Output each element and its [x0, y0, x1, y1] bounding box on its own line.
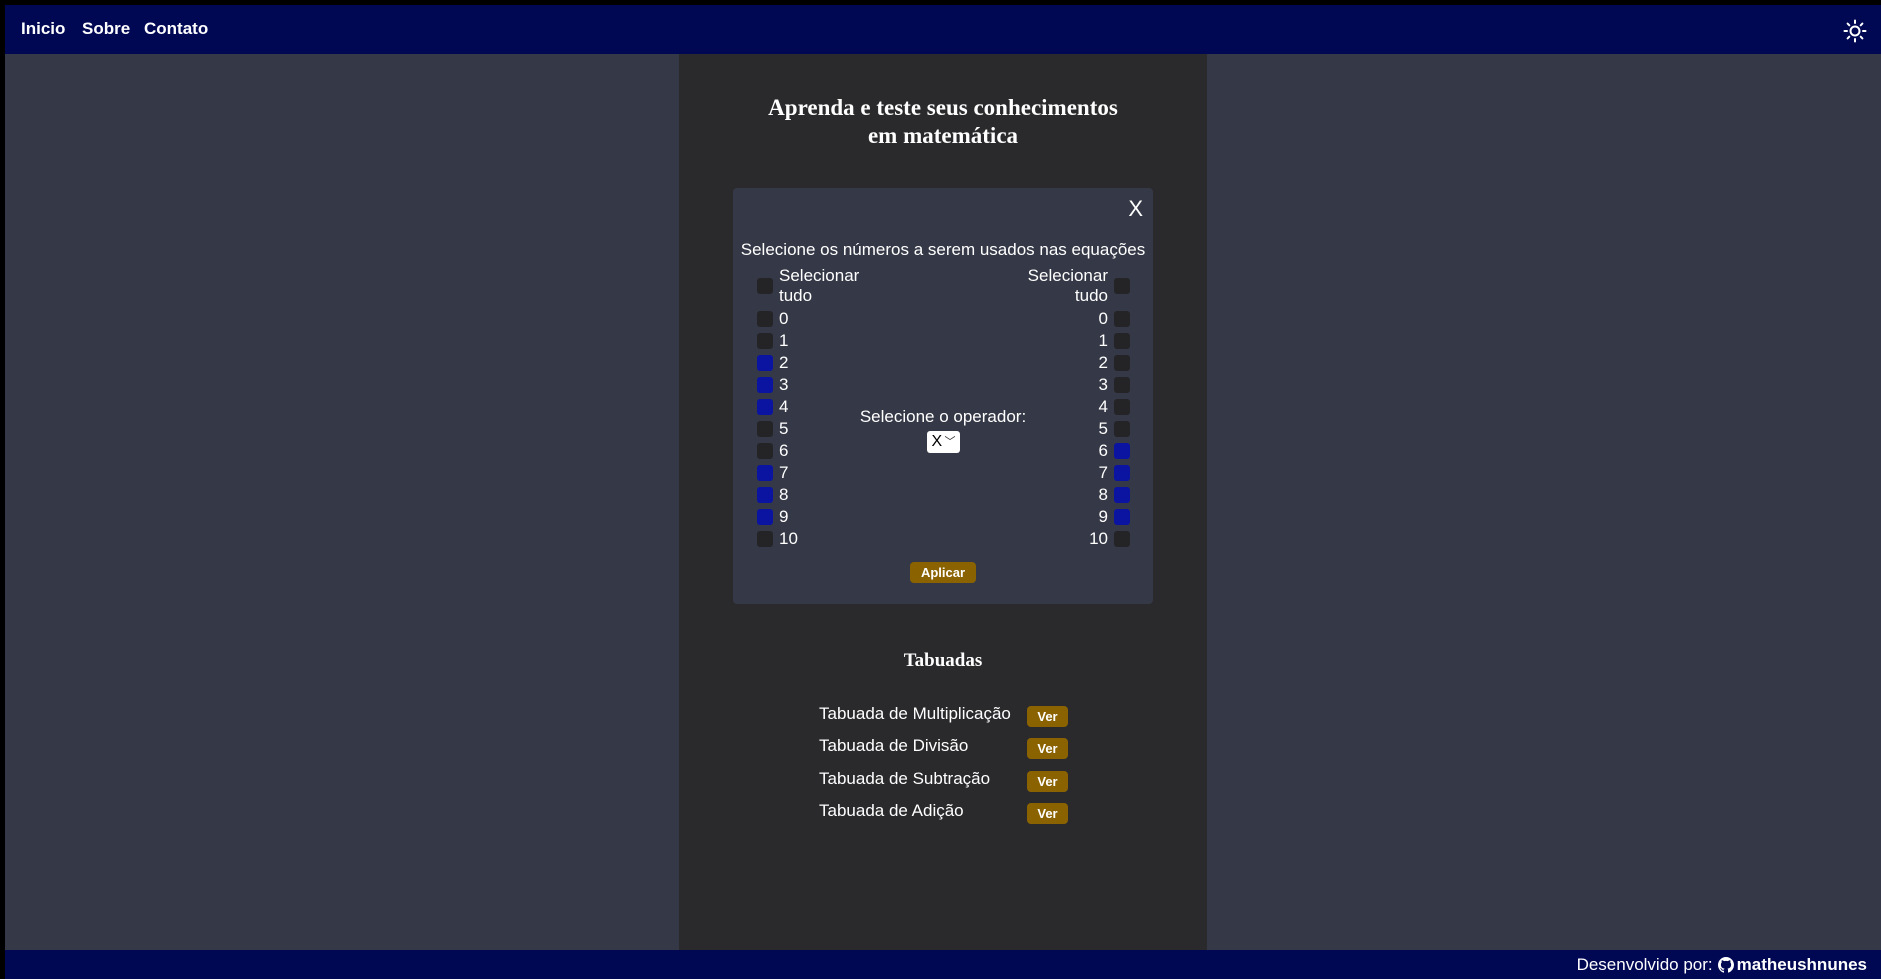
select-all-right-label: Selecionar tudo	[1027, 266, 1108, 305]
tabuadas-title: Tabuadas	[903, 650, 983, 671]
footer-text: Desenvolvido por:	[1576, 955, 1713, 974]
apply-button[interactable]: Aplicar	[910, 562, 976, 583]
right-number-row[interactable]: 1	[990, 330, 1130, 352]
tabuada-ver-button[interactable]: Ver	[1027, 803, 1068, 824]
chevron-down-icon: ﹀	[944, 436, 956, 448]
right-number-label: 3	[1098, 375, 1108, 394]
right-number-checkbox[interactable]	[1114, 355, 1130, 371]
author-link[interactable]: matheushnunes	[1737, 955, 1867, 975]
page-title-line2: em matemática	[867, 123, 1019, 148]
left-number-checkbox[interactable]	[757, 377, 773, 393]
sun-icon[interactable]	[1843, 19, 1867, 43]
left-number-row[interactable]: 7	[757, 462, 897, 484]
right-number-checkbox[interactable]	[1114, 465, 1130, 481]
left-number-label: 3	[779, 375, 789, 394]
select-all-left-checkbox[interactable]	[757, 278, 773, 294]
modal-instruction: Selecione os números a serem usados nas …	[740, 240, 1146, 259]
right-number-label: 8	[1098, 485, 1108, 504]
left-number-row[interactable]: 8	[757, 484, 897, 506]
right-number-checkbox[interactable]	[1114, 377, 1130, 393]
right-number-row[interactable]: 9	[990, 506, 1130, 528]
left-number-label: 1	[779, 331, 789, 350]
left-number-label: 10	[779, 529, 798, 548]
left-number-checkbox[interactable]	[757, 333, 773, 349]
left-number-row[interactable]: 2	[757, 352, 897, 374]
select-all-right[interactable]: Selecionar tudo	[990, 266, 1130, 305]
main-content: Aprenda e teste seus conhecimentos em ma…	[679, 54, 1207, 950]
select-all-left-label: Selecionar tudo	[779, 266, 860, 305]
footer-credit: Desenvolvido por: matheushnunes	[1577, 955, 1867, 975]
right-number-checkbox[interactable]	[1114, 531, 1130, 547]
page-title: Aprenda e teste seus conhecimentos em ma…	[679, 94, 1207, 150]
left-number-label: 7	[779, 463, 789, 482]
tabuada-ver-button[interactable]: Ver	[1027, 738, 1068, 759]
left-number-label: 2	[779, 353, 789, 372]
right-number-label: 0	[1098, 309, 1108, 328]
right-number-row[interactable]: 7	[990, 462, 1130, 484]
right-number-row[interactable]: 2	[990, 352, 1130, 374]
operator-select[interactable]: X ﹀	[926, 431, 960, 453]
operator-label: Selecione o operador:	[859, 407, 1027, 426]
select-all-right-checkbox[interactable]	[1114, 278, 1130, 294]
left-number-label: 0	[779, 309, 789, 328]
tabuada-ver-button[interactable]: Ver	[1027, 706, 1068, 727]
tabuada-label: Tabuada de Subtração	[819, 769, 991, 788]
nav-link-sobre[interactable]: Sobre	[82, 19, 130, 39]
right-number-checkbox[interactable]	[1114, 487, 1130, 503]
right-number-label: 10	[1089, 529, 1108, 548]
page-title-line1: Aprenda e teste seus conhecimentos	[768, 95, 1118, 120]
left-number-row[interactable]: 10	[757, 528, 897, 550]
nav-link-inicio[interactable]: Inicio	[21, 19, 65, 39]
tabuada-ver-button[interactable]: Ver	[1027, 771, 1068, 792]
operator-selector: Selecione o operador: X ﹀	[733, 407, 1153, 453]
left-number-checkbox[interactable]	[757, 509, 773, 525]
right-number-label: 1	[1098, 331, 1108, 350]
github-icon	[1717, 957, 1734, 973]
right-number-checkbox[interactable]	[1114, 333, 1130, 349]
left-number-row[interactable]: 0	[757, 308, 897, 330]
right-number-label: 9	[1098, 507, 1108, 526]
tabuada-label: Tabuada de Adição	[819, 801, 964, 820]
left-number-row[interactable]: 9	[757, 506, 897, 528]
right-number-label: 7	[1098, 463, 1108, 482]
number-selection-modal: X Selecione os números a serem usados na…	[733, 188, 1153, 604]
left-number-checkbox[interactable]	[757, 355, 773, 371]
left-number-checkbox[interactable]	[757, 311, 773, 327]
right-number-checkbox[interactable]	[1114, 509, 1130, 525]
right-number-row[interactable]: 0	[990, 308, 1130, 330]
right-number-row[interactable]: 3	[990, 374, 1130, 396]
close-button[interactable]: X	[1128, 196, 1143, 222]
left-number-row[interactable]: 1	[757, 330, 897, 352]
footer: Desenvolvido por: matheushnunes	[5, 950, 1881, 979]
navbar: Inicio Sobre Contato	[5, 5, 1881, 54]
left-number-checkbox[interactable]	[757, 531, 773, 547]
right-number-label: 2	[1098, 353, 1108, 372]
right-number-checkbox[interactable]	[1114, 311, 1130, 327]
nav-link-contato[interactable]: Contato	[144, 19, 208, 39]
select-all-left[interactable]: Selecionar tudo	[757, 266, 897, 305]
left-number-checkbox[interactable]	[757, 487, 773, 503]
right-number-row[interactable]: 8	[990, 484, 1130, 506]
left-number-row[interactable]: 3	[757, 374, 897, 396]
left-number-label: 8	[779, 485, 789, 504]
operator-value: X	[931, 433, 943, 450]
left-number-label: 9	[779, 507, 789, 526]
left-number-checkbox[interactable]	[757, 465, 773, 481]
right-number-row[interactable]: 10	[990, 528, 1130, 550]
tabuada-label: Tabuada de Divisão	[819, 736, 969, 755]
tabuada-label: Tabuada de Multiplicação	[819, 704, 1011, 723]
